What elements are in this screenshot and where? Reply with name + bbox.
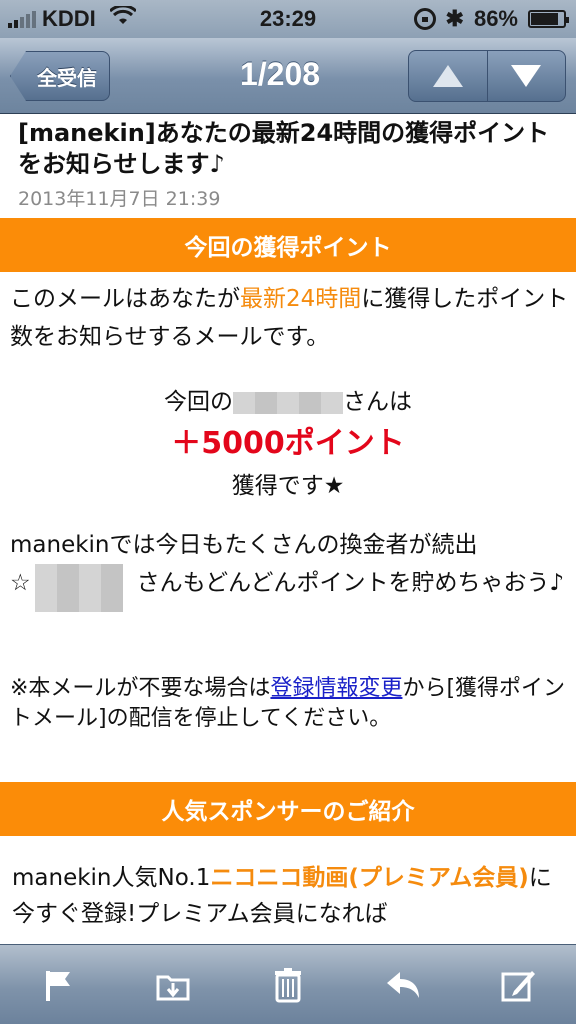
mail-header: [manekin]あなたの最新24時間の獲得ポイントをお知らせします♪ 2013…: [0, 114, 576, 218]
bluetooth-icon: ✱: [445, 6, 464, 31]
bottom-toolbar: [0, 944, 576, 1024]
sponsor-link[interactable]: ニコニコ動画(プレミアム会員): [210, 865, 528, 891]
message-line-2: ☆ さんもどんどんポイントを貯めちゃおう♪: [10, 564, 570, 612]
flag-icon: [45, 970, 70, 1001]
up-arrow-icon: [432, 65, 463, 87]
mail-date: 2013年11月7日 21:39: [18, 188, 221, 210]
trash-icon: [274, 967, 301, 1002]
notice-text: ※本メールが不要な場合は: [10, 676, 271, 701]
rotation-lock-icon: [413, 8, 436, 30]
star-symbol: ☆: [10, 570, 31, 596]
reply-button[interactable]: [373, 955, 433, 1015]
status-bar: KDDI 23:29 ✱ 86%: [0, 0, 576, 38]
points-amount: ＋5000ポイント: [171, 426, 405, 461]
compose-button[interactable]: [488, 955, 548, 1015]
delete-button[interactable]: [258, 955, 318, 1015]
down-arrow-icon: [511, 65, 542, 87]
intro-text: このメールはあなたが: [10, 286, 240, 312]
reply-icon: [387, 971, 420, 998]
next-message-button[interactable]: [486, 51, 566, 101]
message-paragraph: manekinでは今日もたくさんの換金者が続出 ☆ さんもどんどんポイントを貯めち…: [10, 526, 570, 612]
nav-bar: 全受信 1/208: [0, 38, 576, 114]
compose-icon: [501, 970, 536, 1001]
notice-paragraph: ※本メールが不要な場合は登録情報変更から[獲得ポイントメール]の配信を停止してく…: [10, 674, 570, 734]
points-prefix: 今回の: [164, 389, 233, 415]
section-header-points: 今回の獲得ポイント: [0, 218, 576, 272]
points-line-1: 今回の さんは: [0, 382, 576, 422]
settings-link[interactable]: 登録情報変更: [270, 676, 402, 701]
message-counter: 1/208: [239, 56, 321, 92]
battery-percent: 86%: [473, 6, 518, 31]
previous-message-button[interactable]: [409, 51, 487, 101]
flag-button[interactable]: [28, 955, 88, 1015]
points-line-3: 獲得です★: [231, 473, 345, 499]
move-to-folder-icon: [156, 975, 190, 1000]
points-summary: 今回の さんは ＋5000ポイント 獲得です★: [0, 382, 576, 506]
section-header-sponsors: 人気スポンサーのご紹介: [0, 782, 576, 836]
redacted-username: [233, 391, 343, 414]
message-navigation: [408, 50, 566, 102]
sponsor-paragraph: manekin人気No.1ニコニコ動画(プレミアム会員)に今すぐ登録!プレミアム…: [12, 860, 568, 932]
mail-subject: [manekin]あなたの最新24時間の獲得ポイントをお知らせします♪: [18, 119, 550, 178]
intro-paragraph: このメールはあなたが最新24時間に獲得したポイント数をお知らせするメールです。: [10, 280, 570, 356]
points-suffix: さんは: [343, 389, 412, 415]
redacted-username-2: [34, 564, 123, 612]
message-line-2-text: さんもどんどんポイントを貯めちゃおう♪: [136, 570, 565, 596]
back-button[interactable]: 全受信: [10, 51, 110, 101]
battery-icon: [528, 10, 569, 28]
message-line-1: manekinでは今日もたくさんの換金者が続出: [10, 532, 478, 558]
intro-highlight: 最新24時間: [240, 286, 362, 312]
sponsor-text: manekin人気No.1: [12, 865, 211, 891]
move-button[interactable]: [143, 955, 203, 1015]
